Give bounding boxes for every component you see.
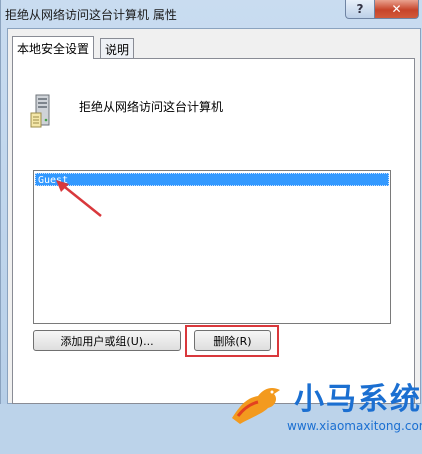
annotation-arrow-icon — [56, 180, 102, 217]
tab-panel: 拒绝从网络访问这台计算机 Guest 添加用户或组(U)... 删除(R) 小马… — [12, 58, 422, 433]
title-bar[interactable]: 拒绝从网络访问这台计算机 属性 ? ✕ — [1, 0, 422, 28]
dialog-client-area: 本地安全设置 说明 拒绝从网络访问这台计算机 Guest 添加用户或组(U)..… — [7, 28, 422, 433]
horse-logo-icon — [232, 388, 280, 424]
watermark: 小马系统 www.xiaomaxitong.com — [228, 374, 422, 454]
tab-local-security-setting[interactable]: 本地安全设置 — [12, 36, 95, 59]
watermark-title: 小马系统 — [294, 382, 422, 417]
policy-name: 拒绝从网络访问这台计算机 — [79, 100, 224, 114]
remove-button[interactable]: 删除(R) — [194, 330, 271, 351]
tab-explain[interactable]: 说明 — [100, 38, 135, 58]
watermark-url: www.xiaomaxitong.com — [287, 419, 422, 433]
help-button[interactable]: ? — [345, 0, 375, 19]
add-user-or-group-button[interactable]: 添加用户或组(U)... — [33, 330, 181, 351]
server-computer-icon — [30, 94, 50, 128]
close-button[interactable]: ✕ — [374, 0, 419, 19]
properties-window: 拒绝从网络访问这台计算机 属性 ? ✕ 本地安全设置 说明 拒绝从网络访问这台计… — [0, 0, 422, 433]
title-buttons: ? ✕ — [345, 0, 419, 19]
window-title: 拒绝从网络访问这台计算机 属性 — [5, 8, 177, 22]
